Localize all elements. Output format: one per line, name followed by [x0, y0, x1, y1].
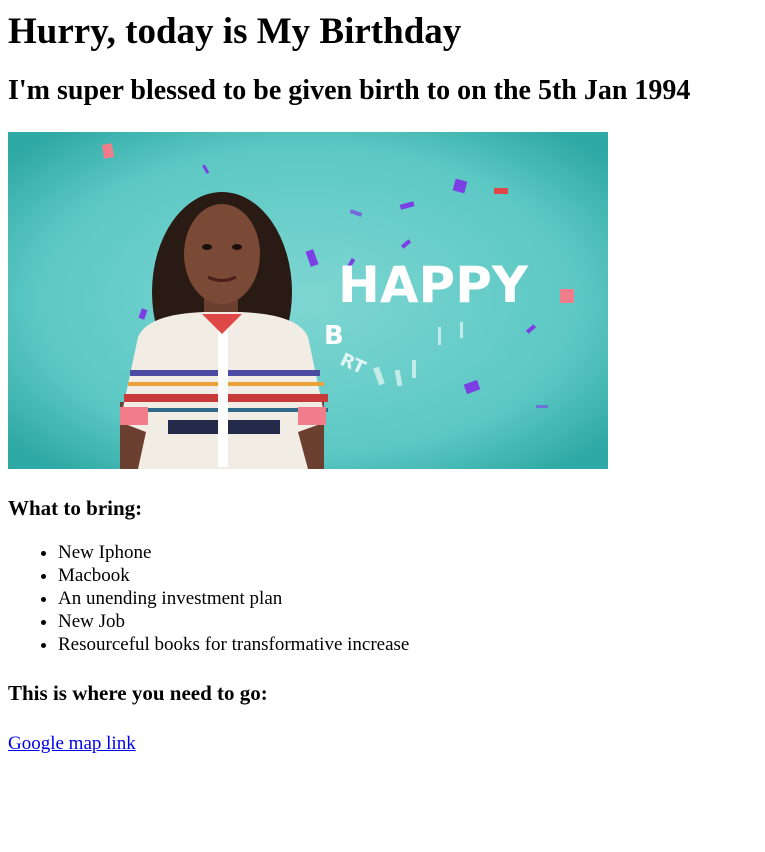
overlay-sub-letter-b: B [324, 321, 344, 351]
happy-overlay-text: HAPPY [338, 256, 529, 314]
list-item: Resourceful books for transformative inc… [58, 633, 757, 656]
list-item: New Iphone [58, 541, 757, 564]
page-title: Hurry, today is My Birthday [8, 11, 462, 52]
google-map-link[interactable]: Google map link [8, 732, 136, 755]
list-item: An unending investment plan [58, 587, 757, 610]
list-item: New Job [58, 610, 757, 633]
list-item: Macbook [58, 564, 757, 587]
page-subtitle: I'm super blessed to be given birth to o… [8, 75, 691, 106]
page-content: Hurry, today is My Birthday I'm super bl… [0, 10, 765, 755]
birthday-gif-image: HAPPY B RT [8, 132, 608, 469]
location-heading: This is where you need to go: [8, 681, 268, 705]
bring-heading: What to bring: [8, 496, 143, 520]
bring-list: New Iphone Macbook An unending investmen… [8, 541, 757, 656]
